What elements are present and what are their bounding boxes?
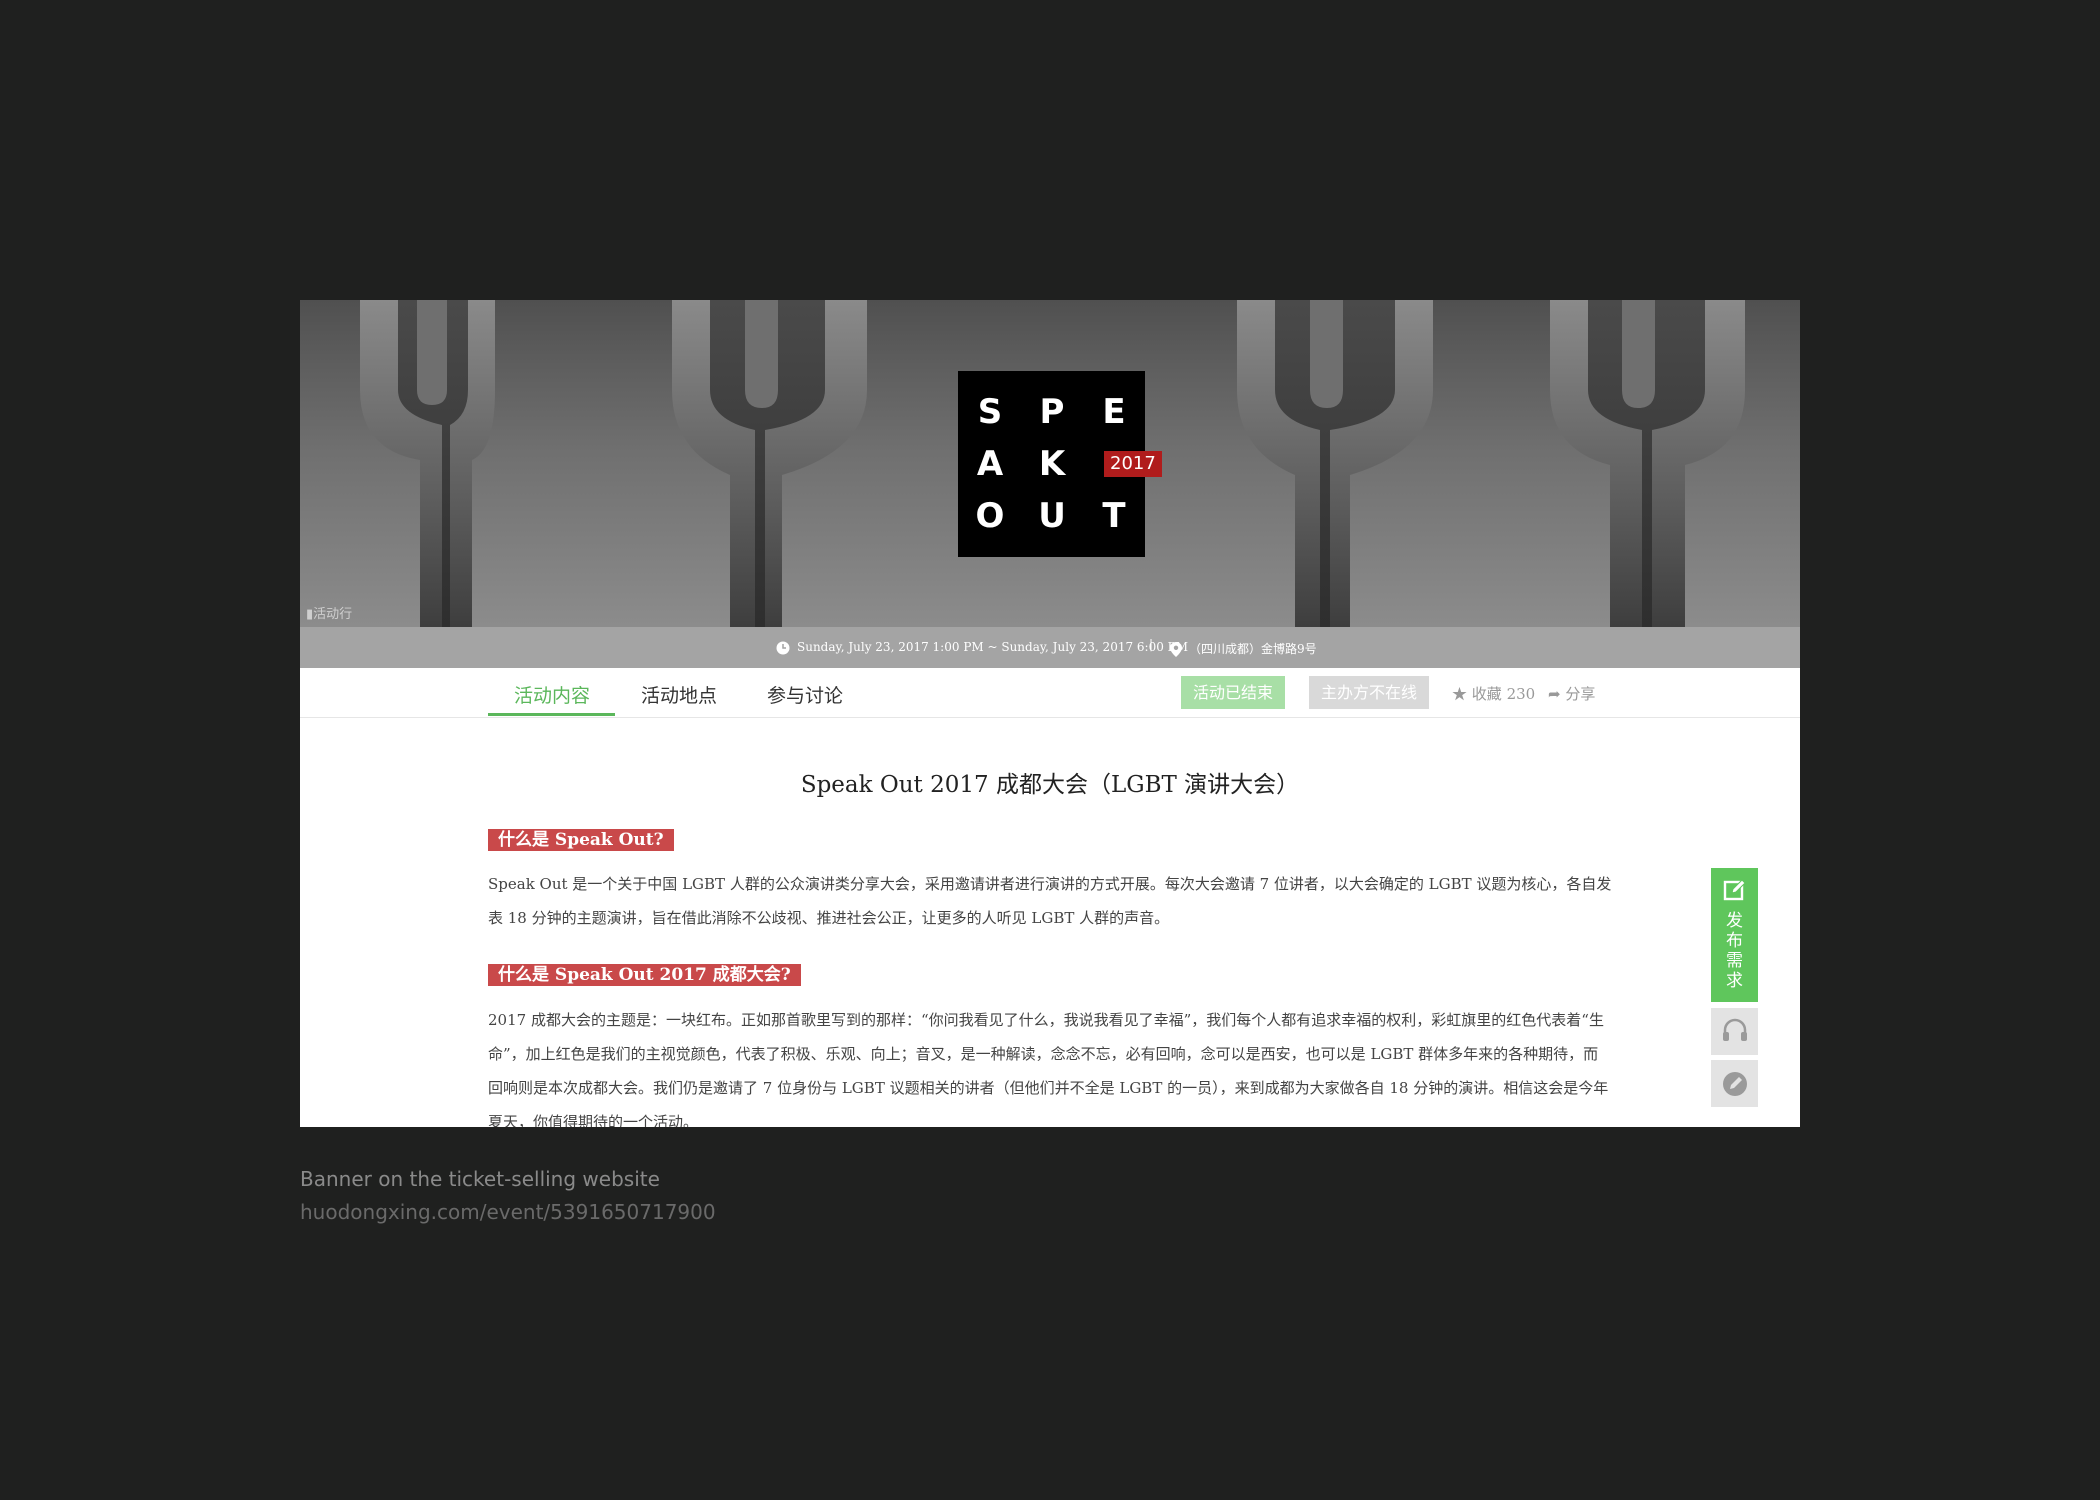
logo-letter: O <box>975 496 1005 536</box>
logo-letter: E <box>1102 392 1126 432</box>
share-arrow-icon: ➦ <box>1548 685 1561 703</box>
tab-discussion[interactable]: 参与讨论 <box>767 681 843 708</box>
event-location[interactable]: （四川成都）金博路9号 <box>1170 640 1317 657</box>
favorite-label: 收藏 230 <box>1471 685 1536 703</box>
logo-letter: A <box>976 444 1004 484</box>
logo-letter: U <box>1038 496 1066 536</box>
caption-title: Banner on the ticket-selling website <box>300 1167 660 1191</box>
tab-event-content[interactable]: 活动内容 <box>514 681 590 708</box>
speak-out-logo: S P E A K O U T 2017 <box>958 371 1162 557</box>
customer-service-button[interactable] <box>1711 1008 1758 1055</box>
site-watermark: ▮活动行 <box>306 603 352 622</box>
info-separator: | <box>1149 637 1154 651</box>
tab-bar: 活动内容 活动地点 参与讨论 活动已结束 主办方不在线 ★ 收藏 230 ➦ 分… <box>300 668 1800 718</box>
event-ended-badge: 活动已结束 <box>1181 676 1286 709</box>
feedback-button[interactable] <box>1711 1060 1758 1107</box>
caption-url: huodongxing.com/event/5391650717900 <box>300 1200 716 1224</box>
event-location-text: （四川成都）金博路9号 <box>1189 642 1317 656</box>
logo-letter: P <box>1039 392 1065 432</box>
section-paragraph: Speak Out 是一个关于中国 LGBT 人群的公众演讲类分享大会，采用邀请… <box>488 875 1612 927</box>
logo-letter: S <box>977 392 1003 432</box>
event-title: Speak Out 2017 成都大会（LGBT 演讲大会） <box>800 772 1300 798</box>
watermark-text: 活动行 <box>313 607 353 622</box>
share-button[interactable]: ➦ 分享 <box>1548 683 1595 704</box>
event-time-text: Sunday, July 23, 2017 1:00 PM ~ Sunday, … <box>797 640 1189 654</box>
event-page-screenshot: S P E A K O U T 2017 ▮活动行 Sunday, July 2… <box>300 300 1800 1127</box>
logo-letter: T <box>1102 496 1126 536</box>
star-icon: ★ <box>1452 685 1468 703</box>
publish-request-label: 发 布 需 求 <box>1726 911 1743 991</box>
section-heading: 什么是 Speak Out 2017 成都大会? <box>488 964 801 986</box>
host-offline-badge: 主办方不在线 <box>1309 676 1430 709</box>
event-banner: S P E A K O U T 2017 ▮活动行 <box>300 300 1800 627</box>
section-paragraph: 2017 成都大会的主题是：一块红布。正如那首歌里写到的那样：“你问我看见了什么… <box>488 1011 1609 1127</box>
event-info-bar: Sunday, July 23, 2017 1:00 PM ~ Sunday, … <box>300 627 1800 668</box>
publish-request-button[interactable]: 发 布 需 求 <box>1711 868 1758 1002</box>
tab-event-location[interactable]: 活动地点 <box>641 681 717 708</box>
event-time: Sunday, July 23, 2017 1:00 PM ~ Sunday, … <box>776 640 1188 655</box>
clock-icon <box>776 641 790 654</box>
headset-icon <box>1723 1018 1747 1041</box>
map-pin-icon <box>1170 642 1182 657</box>
logo-year-badge: 2017 <box>1104 451 1162 477</box>
share-label: 分享 <box>1565 685 1596 703</box>
logo-letter: K <box>1038 444 1066 484</box>
section-heading: 什么是 Speak Out? <box>488 829 674 851</box>
feedback-pen-icon <box>1723 1072 1747 1096</box>
favorite-button[interactable]: ★ 收藏 230 <box>1452 683 1535 704</box>
active-tab-indicator <box>488 713 615 716</box>
edit-icon <box>1723 879 1746 901</box>
